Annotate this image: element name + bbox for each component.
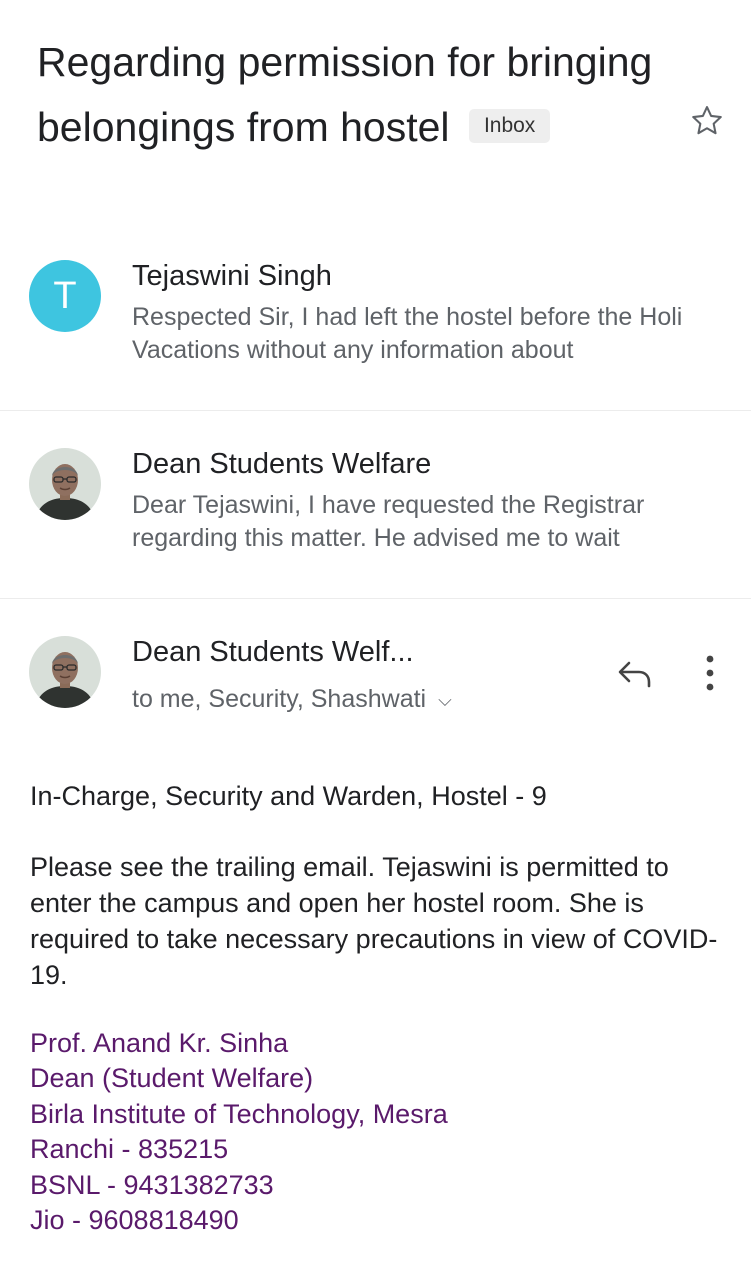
- message-body: Please see the trailing email. Tejaswini…: [30, 852, 718, 990]
- recipients-toggle[interactable]: to me, Security, Shashwati ⌵: [132, 685, 452, 714]
- thread-message-collapsed[interactable]: Dean Students Welfare Dear Tejaswini, I …: [0, 411, 751, 599]
- signature-line[interactable]: BSNL - 9431382733: [30, 1168, 448, 1203]
- thread-message-collapsed[interactable]: T Tejaswini Singh Respected Sir, I had l…: [0, 230, 751, 411]
- sender-name: Dean Students Welfare: [132, 448, 432, 480]
- more-vert-icon[interactable]: [695, 652, 725, 694]
- signature-line: Prof. Anand Kr. Sinha: [30, 1028, 289, 1058]
- message-snippet: Respected Sir, I had left the hostel bef…: [132, 303, 683, 364]
- signature-block: Prof. Anand Kr. Sinha Dean (Student Welf…: [30, 1026, 448, 1238]
- message-greeting: In-Charge, Security and Warden, Hostel -…: [30, 781, 547, 811]
- recipients-text: to me, Security, Shashwati: [132, 685, 427, 713]
- sender-name: Dean Students Welf...: [132, 636, 414, 668]
- subject-text: Regarding permission for bringing belong…: [37, 39, 653, 150]
- signature-line: Birla Institute of Technology, Mesra: [30, 1098, 448, 1129]
- avatar[interactable]: [29, 636, 101, 708]
- signature-line: Dean (Student Welfare): [30, 1063, 314, 1094]
- avatar[interactable]: [29, 448, 101, 520]
- signature-line[interactable]: Jio - 9608818490: [30, 1203, 448, 1238]
- avatar[interactable]: T: [29, 260, 101, 332]
- signature-line: Ranchi - 835215: [30, 1134, 229, 1165]
- chevron-down-icon: ⌵: [438, 689, 452, 710]
- email-subject: Regarding permission for bringing belong…: [37, 30, 657, 160]
- star-icon[interactable]: [688, 102, 726, 140]
- inbox-label-badge[interactable]: Inbox: [468, 109, 551, 144]
- profile-photo: [29, 636, 101, 708]
- reply-icon[interactable]: [615, 655, 655, 691]
- sender-name: Tejaswini Singh: [132, 260, 332, 292]
- message-snippet: Dear Tejaswini, I have requested the Reg…: [132, 491, 645, 552]
- profile-photo: [29, 448, 101, 520]
